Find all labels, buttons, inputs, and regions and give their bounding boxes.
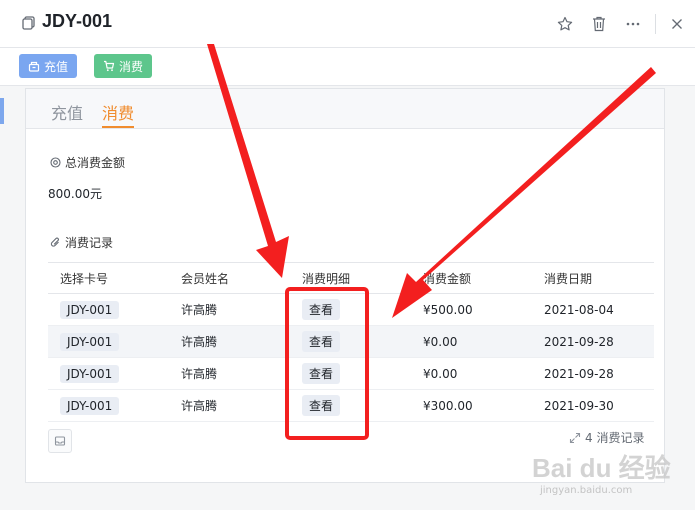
location-icon [50,157,61,168]
view-detail-button[interactable]: 查看 [302,299,341,320]
records-label-text: 消费记录 [65,236,114,250]
table-row[interactable]: JDY-001 许高腾 查看 ¥0.00 2021-09-28 [48,357,654,390]
name-cell: 许高腾 [169,293,290,326]
recharge-button-label: 充值 [44,59,69,74]
amount-cell: ¥500.00 [411,293,532,326]
card-chip: JDY-001 [60,300,120,319]
wallet-icon [28,61,40,72]
table-row[interactable]: JDY-001 许高腾 查看 ¥500.00 2021-08-04 [48,293,654,326]
watermark-url: jingyan.baidu.com [540,485,633,496]
col-detail[interactable]: 消费明细 [290,262,411,294]
table-header-row: 选择卡号 会员姓名 消费明细 消费金额 消费日期 [48,262,654,294]
total-amount-value: 800.00元 [48,187,102,201]
total-amount-label-text: 总消费金额 [65,156,126,170]
record-panel: 充值 消费 总消费金额 800.00元 消费记录 选择卡号 会员姓名 消费明细 … [25,88,665,483]
card-chip: JDY-001 [60,364,120,383]
paperclip-icon [50,237,59,247]
close-icon[interactable] [667,14,687,34]
records-label: 消费记录 [50,234,113,251]
col-card[interactable]: 选择卡号 [48,262,169,294]
spend-button[interactable]: 消费 [94,54,153,78]
table-row[interactable]: JDY-001 许高腾 查看 ¥0.00 2021-09-28 [48,325,654,358]
active-tab-indicator [102,126,134,128]
table-row[interactable]: JDY-001 许高腾 查看 ¥300.00 2021-09-30 [48,389,654,422]
watermark-logo: Bai du 经验 [532,453,671,483]
recharge-button[interactable]: 充值 [19,54,78,78]
name-cell: 许高腾 [169,357,290,390]
col-name[interactable]: 会员姓名 [169,262,290,294]
name-cell: 许高腾 [169,389,290,422]
col-amount[interactable]: 消费金额 [411,262,532,294]
date-cell: 2021-09-28 [532,357,654,390]
amount-cell: ¥0.00 [411,357,532,390]
title-bar: JDY-001 [0,0,695,48]
inbox-icon [54,436,66,446]
card-chip: JDY-001 [60,332,120,351]
card-chip: JDY-001 [60,396,120,415]
add-row-button[interactable] [48,429,72,453]
records-table: 选择卡号 会员姓名 消费明细 消费金额 消费日期 JDY-001 许高腾 查看 … [48,262,654,422]
date-cell: 2021-09-28 [532,325,654,358]
total-amount-label: 总消费金额 [50,154,125,171]
amount-cell: ¥300.00 [411,389,532,422]
name-cell: 许高腾 [169,325,290,358]
cart-icon [104,60,115,72]
amount-cell: ¥0.00 [411,325,532,358]
star-icon[interactable] [555,14,575,34]
copy-icon [22,16,35,30]
action-toolbar: 充值 消费 [0,48,695,86]
expand-records-link[interactable]: 4 消费记录 [569,429,644,446]
tab-bar: 充值 消费 [26,89,664,129]
record-window: JDY-001 充值 消费 充值 消费 总消费金额 800.00元 消费记录 选… [0,0,695,510]
more-icon[interactable] [623,14,643,34]
title-divider [655,14,656,34]
tab-spend[interactable]: 消费 [102,100,134,124]
view-detail-button[interactable]: 查看 [302,395,341,416]
expand-records-label: 4 消费记录 [585,431,645,445]
col-date[interactable]: 消费日期 [532,262,654,294]
left-edge-indicator [0,98,4,124]
trash-icon[interactable] [589,14,609,34]
spend-button-label: 消费 [119,59,144,74]
date-cell: 2021-09-30 [532,389,654,422]
view-detail-button[interactable]: 查看 [302,331,341,352]
expand-icon [569,432,581,443]
view-detail-button[interactable]: 查看 [302,363,341,384]
tab-recharge[interactable]: 充值 [51,100,83,124]
date-cell: 2021-08-04 [532,293,654,326]
page-title: JDY-001 [42,11,113,31]
